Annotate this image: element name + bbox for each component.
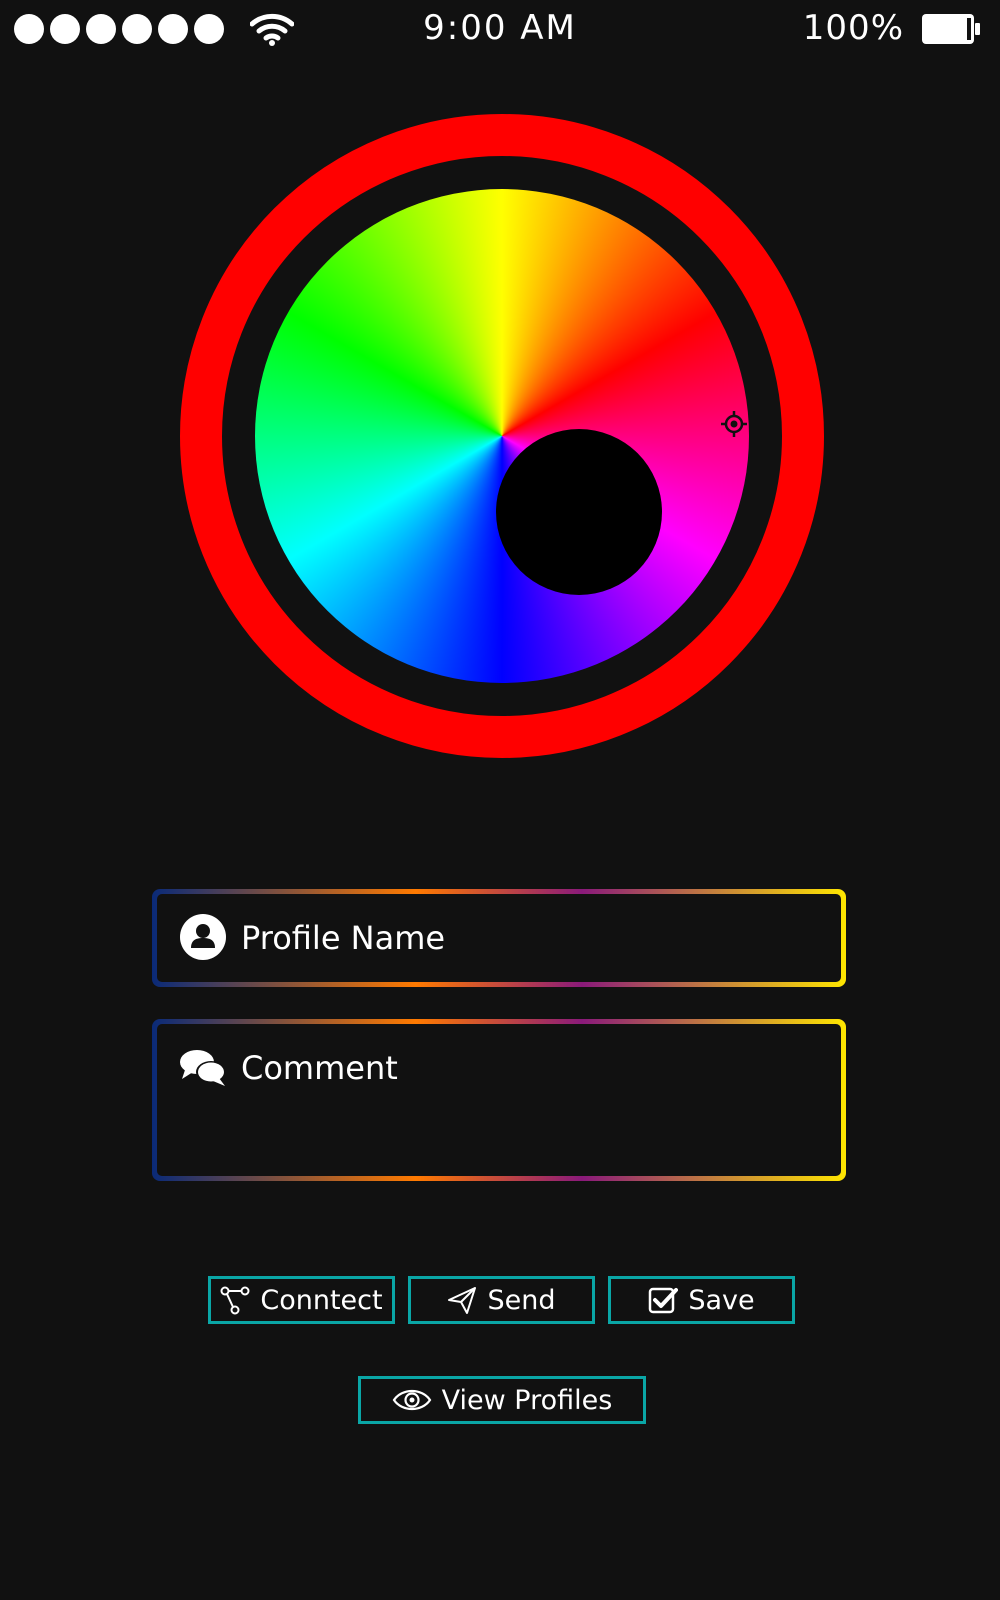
comment-field: [152, 1019, 846, 1181]
profile-name-input[interactable]: [241, 916, 825, 960]
comment-field-inner: [157, 1024, 841, 1176]
hue-wheel[interactable]: [255, 189, 749, 683]
save-button-label: Save: [688, 1284, 755, 1316]
user-icon: [180, 914, 226, 960]
comment-input[interactable]: [241, 1046, 825, 1160]
connect-button-label: Conntect: [260, 1284, 383, 1316]
battery-percentage: 100%: [802, 8, 904, 48]
share-nodes-icon: [220, 1286, 250, 1315]
view-profiles-button[interactable]: View Profiles: [358, 1376, 646, 1424]
wheel-center: [496, 429, 662, 595]
profile-name-field: [152, 889, 846, 987]
status-bar: 9:00 AM 100%: [0, 0, 1000, 58]
check-square-icon: [649, 1287, 679, 1314]
battery-icon: [922, 14, 980, 44]
profile-name-field-inner: [157, 894, 841, 982]
save-button[interactable]: Save: [608, 1276, 795, 1324]
color-picker[interactable]: [180, 114, 824, 758]
crosshair-icon[interactable]: [721, 411, 747, 437]
send-button[interactable]: Send: [408, 1276, 595, 1324]
view-profiles-button-label: View Profiles: [441, 1384, 613, 1416]
paper-plane-icon: [448, 1287, 477, 1314]
send-button-label: Send: [487, 1284, 556, 1316]
connect-button[interactable]: Conntect: [208, 1276, 395, 1324]
comments-icon: [180, 1050, 226, 1086]
eye-icon: [392, 1389, 431, 1411]
